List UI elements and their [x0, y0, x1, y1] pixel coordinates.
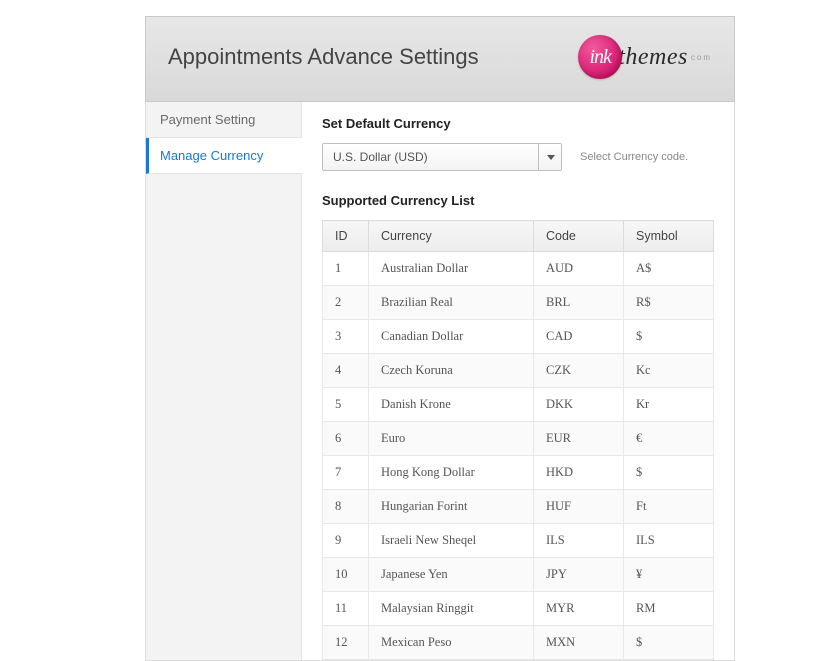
cell-code: ILS [534, 524, 624, 558]
currency-select[interactable]: U.S. Dollar (USD) [322, 143, 562, 171]
cell-symbol: € [624, 422, 714, 456]
table-row: 7Hong Kong DollarHKD$ [323, 456, 714, 490]
currency-select-helper: Select Currency code. [580, 151, 688, 163]
currency-select-value[interactable]: U.S. Dollar (USD) [322, 143, 562, 171]
section-title-default-currency: Set Default Currency [322, 116, 714, 131]
cell-id: 8 [323, 490, 369, 524]
main-content: Set Default Currency U.S. Dollar (USD) S… [302, 102, 734, 660]
cell-code: AUD [534, 252, 624, 286]
cell-code: MYR [534, 592, 624, 626]
currency-table: ID Currency Code Symbol 1Australian Doll… [322, 220, 714, 660]
cell-currency: Euro [369, 422, 534, 456]
sidebar-item-payment-setting[interactable]: Payment Setting [146, 102, 301, 138]
cell-id: 10 [323, 558, 369, 592]
cell-symbol: Ft [624, 490, 714, 524]
cell-symbol: $ [624, 626, 714, 660]
cell-currency: Canadian Dollar [369, 320, 534, 354]
cell-id: 4 [323, 354, 369, 388]
table-row: 9Israeli New SheqelILSILS [323, 524, 714, 558]
table-row: 6EuroEUR€ [323, 422, 714, 456]
sidebar: Payment SettingManage Currency [146, 102, 302, 660]
cell-id: 6 [323, 422, 369, 456]
cell-code: HUF [534, 490, 624, 524]
cell-code: MXN [534, 626, 624, 660]
cell-id: 12 [323, 626, 369, 660]
cell-code: EUR [534, 422, 624, 456]
cell-id: 7 [323, 456, 369, 490]
cell-code: DKK [534, 388, 624, 422]
cell-id: 1 [323, 252, 369, 286]
cell-currency: Malaysian Ringgit [369, 592, 534, 626]
table-row: 3Canadian DollarCAD$ [323, 320, 714, 354]
cell-symbol: $ [624, 456, 714, 490]
logo-circle-icon: ink [578, 35, 622, 79]
col-header-currency: Currency [369, 221, 534, 252]
cell-id: 3 [323, 320, 369, 354]
cell-id: 9 [323, 524, 369, 558]
cell-id: 5 [323, 388, 369, 422]
cell-symbol: Kr [624, 388, 714, 422]
cell-currency: Australian Dollar [369, 252, 534, 286]
cell-symbol: ¥ [624, 558, 714, 592]
cell-currency: Israeli New Sheqel [369, 524, 534, 558]
table-row: 5Danish KroneDKKKr [323, 388, 714, 422]
table-row: 12Mexican PesoMXN$ [323, 626, 714, 660]
table-header-row: ID Currency Code Symbol [323, 221, 714, 252]
table-row: 10Japanese YenJPY¥ [323, 558, 714, 592]
cell-symbol: Kc [624, 354, 714, 388]
table-row: 4Czech KorunaCZKKc [323, 354, 714, 388]
table-row: 8Hungarian ForintHUFFt [323, 490, 714, 524]
cell-currency: Japanese Yen [369, 558, 534, 592]
logo-text: themes [618, 44, 688, 71]
table-row: 11Malaysian RinggitMYRRM [323, 592, 714, 626]
cell-symbol: RM [624, 592, 714, 626]
col-header-symbol: Symbol [624, 221, 714, 252]
cell-symbol: R$ [624, 286, 714, 320]
cell-id: 2 [323, 286, 369, 320]
table-row: 1Australian DollarAUDA$ [323, 252, 714, 286]
page-title: Appointments Advance Settings [168, 44, 479, 70]
sidebar-item-manage-currency[interactable]: Manage Currency [146, 138, 302, 174]
cell-currency: Hungarian Forint [369, 490, 534, 524]
col-header-code: Code [534, 221, 624, 252]
cell-currency: Hong Kong Dollar [369, 456, 534, 490]
cell-code: HKD [534, 456, 624, 490]
cell-code: CAD [534, 320, 624, 354]
cell-currency: Czech Koruna [369, 354, 534, 388]
cell-currency: Mexican Peso [369, 626, 534, 660]
brand-logo: ink themes com [578, 35, 712, 79]
cell-symbol: A$ [624, 252, 714, 286]
cell-symbol: $ [624, 320, 714, 354]
cell-symbol: ILS [624, 524, 714, 558]
table-row: 2Brazilian RealBRLR$ [323, 286, 714, 320]
cell-code: CZK [534, 354, 624, 388]
cell-currency: Brazilian Real [369, 286, 534, 320]
cell-code: JPY [534, 558, 624, 592]
section-title-supported-list: Supported Currency List [322, 193, 714, 208]
cell-currency: Danish Krone [369, 388, 534, 422]
col-header-id: ID [323, 221, 369, 252]
cell-id: 11 [323, 592, 369, 626]
page-header: Appointments Advance Settings ink themes… [145, 16, 735, 101]
logo-suffix: com [691, 53, 712, 62]
cell-code: BRL [534, 286, 624, 320]
